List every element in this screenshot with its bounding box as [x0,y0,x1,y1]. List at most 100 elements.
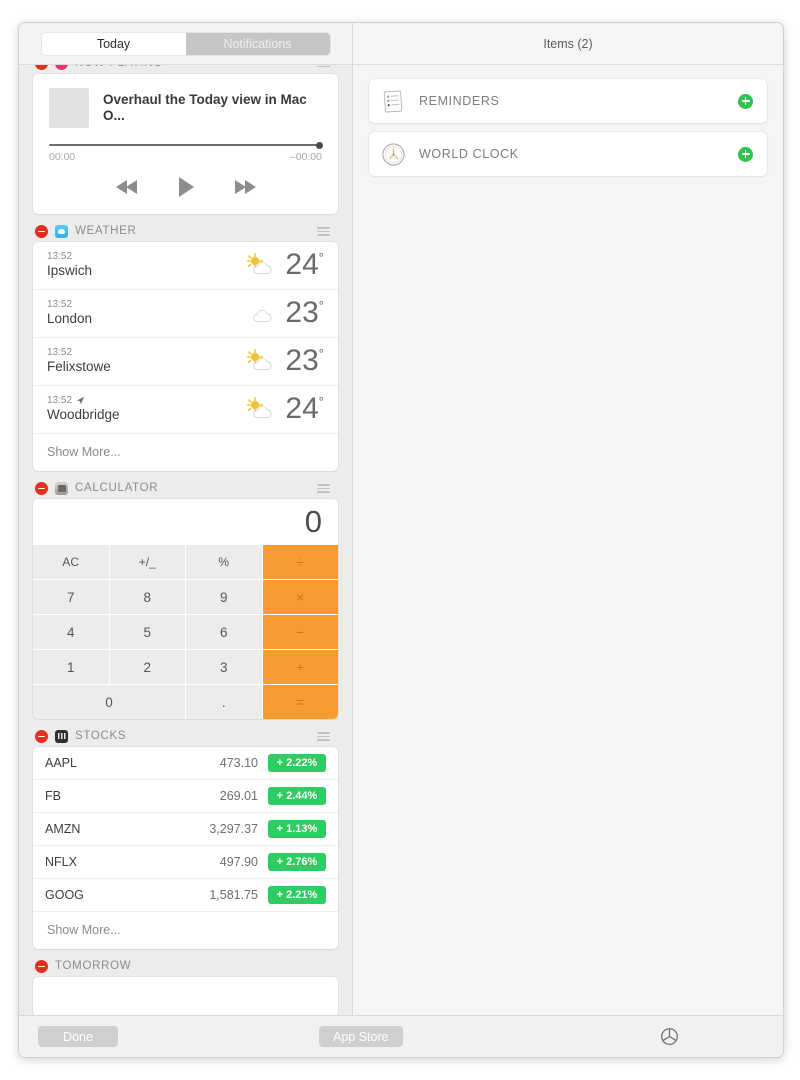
remove-widget-icon[interactable] [35,224,48,238]
stock-symbol: NFLX [45,855,77,870]
add-widget-button[interactable] [738,146,753,162]
stock-change-badge: + 2.21% [268,886,326,905]
remove-widget-icon[interactable] [35,65,48,70]
temp-value: 24 [285,392,319,426]
segmented-control[interactable]: Today Notifications [41,32,330,55]
list-item[interactable]: REMINDERS [369,79,767,123]
stock-price: 3,297.37 [209,822,258,837]
weather-time: 13:52 [47,347,73,359]
tab-bar: Today Notifications [19,23,352,65]
calc-key-plus[interactable]: + [262,650,338,685]
calc-key-3[interactable]: 3 [186,650,262,685]
tab-notifications[interactable]: Notifications [185,32,330,55]
calc-key-equals[interactable]: = [262,685,338,720]
stock-symbol: GOOG [45,888,84,903]
weather-show-more[interactable]: Show More... [33,434,338,471]
weather-header: WEATHER [33,220,338,242]
list-item[interactable]: WORLD CLOCK [369,132,767,176]
stock-change-badge: + 1.13% [268,820,326,839]
weather-time: 13:52 [47,251,73,263]
weather-temperature: 23 ° [285,298,324,328]
calc-key-decimal[interactable]: . [186,685,262,720]
stock-change-badge: + 2.76% [268,853,326,872]
progress-track[interactable] [49,141,323,149]
stock-price: 1,581.75 [209,888,258,903]
weather-row[interactable]: 13:52 London 23 ° [33,290,338,339]
calc-key-0[interactable]: 0 [33,685,185,720]
sun-behind-cloud-icon [247,349,273,371]
weather-row-text: 13:52 Ipswich [47,250,243,280]
done-button[interactable]: Done [38,1026,118,1047]
remaining-time: –00:00 [289,151,322,164]
remove-widget-icon[interactable] [35,729,48,743]
calc-key-6[interactable]: 6 [186,615,262,650]
rewind-icon [115,180,137,195]
stock-change-badge: + 2.44% [268,787,326,806]
degree-symbol: ° [318,346,324,362]
weather-temperature: 24 ° [285,250,324,280]
app-store-button[interactable]: App Store [319,1026,403,1047]
calc-key-9[interactable]: 9 [186,580,262,615]
calc-key-percent[interactable]: % [186,545,262,580]
stock-row[interactable]: NFLX 497.90 + 2.76% [33,846,338,880]
weather-city: Felixstowe [47,359,111,375]
calc-key-ac[interactable]: AC [33,545,109,580]
calc-key-divide[interactable]: ÷ [262,545,338,580]
weather-row[interactable]: 13:52 Ipswich 24 ° [33,242,338,291]
window-body: Today Notifications NOW PLAYING [19,23,783,1015]
calculator-card: 0 AC +/_ % ÷ 7 8 9 × 4 5 6 − 1 2 3 + 0 .… [33,499,338,720]
item-label: WORLD CLOCK [419,147,519,161]
stocks-title: STOCKS [75,730,127,743]
calculator-title: CALCULATOR [75,482,159,495]
remove-widget-icon[interactable] [35,959,48,973]
stocks-show-more[interactable]: Show More... [33,912,338,949]
preferences-button[interactable] [660,1027,679,1046]
calc-key-multiply[interactable]: × [262,580,338,615]
calc-key-sign[interactable]: +/_ [109,545,185,580]
tomorrow-title: TOMORROW [55,960,132,973]
progress-knob[interactable] [316,141,323,149]
remove-widget-icon[interactable] [35,481,48,495]
calc-key-5[interactable]: 5 [109,615,185,650]
calc-key-4[interactable]: 4 [33,615,109,650]
sun-behind-cloud-icon [247,397,273,419]
stock-row[interactable]: FB 269.01 + 2.44% [33,780,338,814]
stock-price: 473.10 [219,756,258,771]
weather-time: 13:52 [47,395,73,407]
world-clock-icon [382,142,405,166]
calculator-header: CALCULATOR [33,477,338,499]
stock-row[interactable]: AAPL 473.10 + 2.22% [33,747,338,781]
calc-key-8[interactable]: 8 [109,580,185,615]
tab-today[interactable]: Today [41,32,186,55]
widget-list[interactable]: NOW PLAYING Overhaul the Today view in M… [19,65,352,1015]
stock-row[interactable]: GOOG 1,581.75 + 2.21% [33,879,338,913]
calculator-keypad: AC +/_ % ÷ 7 8 9 × 4 5 6 − 1 2 3 + 0 . = [33,545,338,720]
now-playing-header: NOW PLAYING [33,65,338,74]
fastforward-button[interactable] [233,179,257,195]
calculator-display: 0 [33,499,338,546]
calc-key-7[interactable]: 7 [33,580,109,615]
reminders-icon [383,89,403,113]
calc-key-1[interactable]: 1 [33,650,109,685]
location-arrow-icon [76,397,85,405]
sun-behind-cloud-icon [247,253,273,275]
play-button[interactable] [177,176,195,198]
calc-key-2[interactable]: 2 [109,650,185,685]
rewind-button[interactable] [115,179,139,195]
weather-row[interactable]: 13:52 Woodbridge 24 ° [33,386,338,435]
stocks-header: STOCKS [33,725,338,747]
add-widget-button[interactable] [738,93,753,109]
weather-time-line: 13:52 [47,394,243,407]
stock-row[interactable]: AMZN 3,297.37 + 1.13% [33,813,338,847]
drag-handle-icon[interactable] [317,227,332,236]
calc-key-minus[interactable]: − [262,615,338,650]
tomorrow-header: TOMORROW [33,955,338,977]
drag-handle-icon[interactable] [317,65,332,68]
playback-scrubber[interactable]: 00:00 –00:00 [49,141,323,164]
play-icon [178,177,194,198]
drag-handle-icon[interactable] [317,484,332,493]
weather-row[interactable]: 13:52 Felixstowe 23 ° [33,338,338,387]
album-art [49,88,89,128]
stock-change-badge: + 2.22% [268,754,326,773]
drag-handle-icon[interactable] [317,732,332,741]
